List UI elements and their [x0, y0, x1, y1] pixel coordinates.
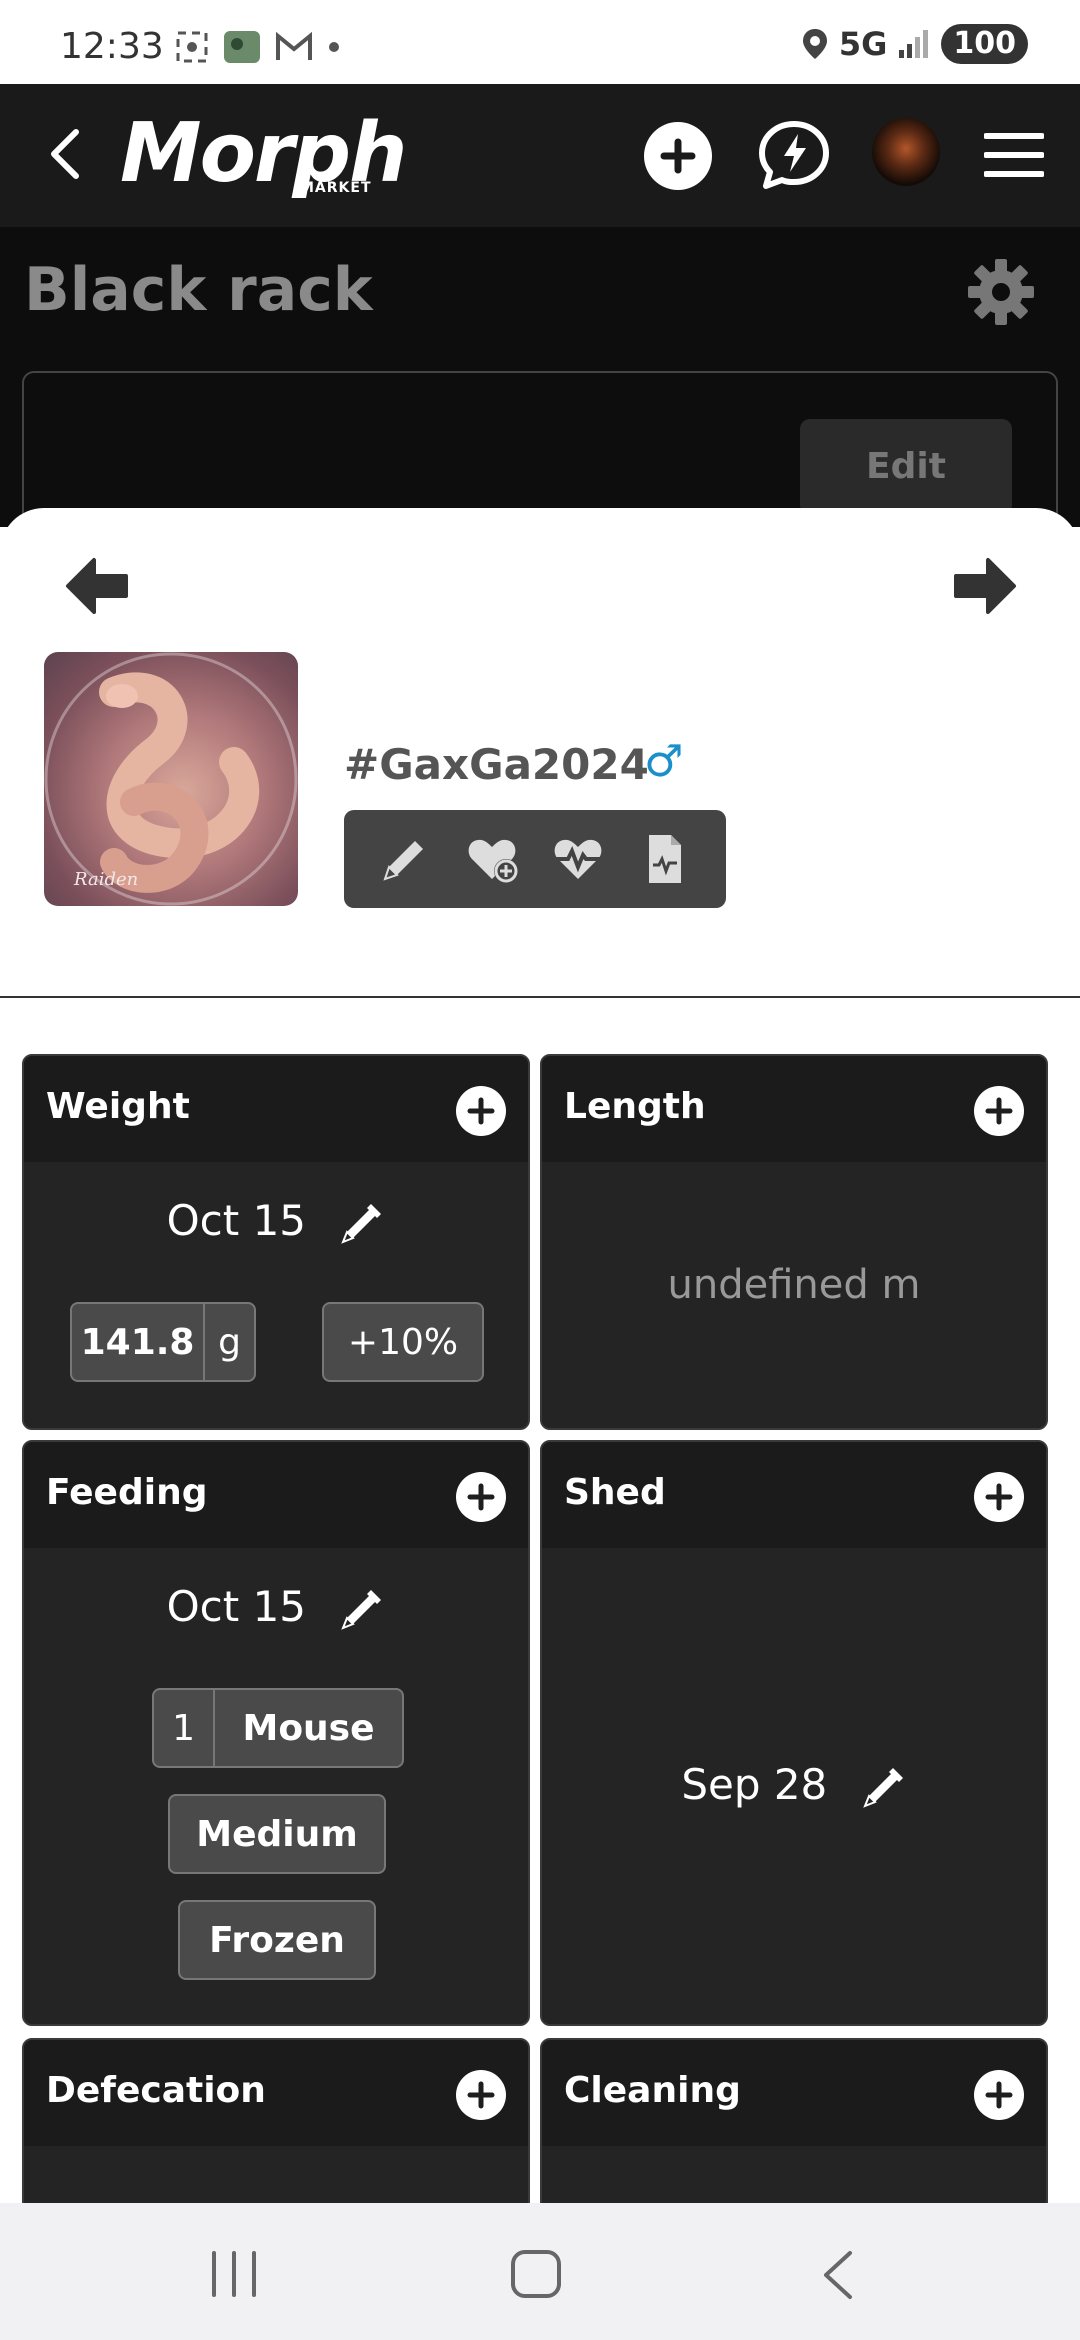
weight-tile-header: Weight	[24, 1056, 528, 1162]
add-weight-button[interactable]	[456, 1086, 506, 1136]
dot-icon	[329, 42, 339, 52]
defecation-tile-header: Defecation	[24, 2040, 528, 2146]
home-icon[interactable]	[508, 2247, 564, 2301]
shed-date-row: Sep 28	[542, 1760, 1046, 1812]
plus-icon	[985, 2081, 1013, 2109]
weight-tile-body: Oct 15 141.8 g +10%	[24, 1162, 528, 1428]
page-title: Black rack	[24, 255, 373, 325]
edit-pencil-icon[interactable]	[859, 1764, 907, 1812]
system-back-icon[interactable]	[818, 2249, 858, 2301]
shed-tile-header: Shed	[542, 1442, 1046, 1548]
screenshot-icon	[176, 31, 208, 63]
animal-id: #GaxGa2024	[344, 740, 649, 789]
feeding-prey: Mouse	[242, 1707, 375, 1749]
animal-detail-sheet: Raiden #GaxGa2024 ♂ Weight Oct 15 141.8 …	[0, 508, 1080, 2203]
feeding-date: Oct 15	[166, 1582, 307, 1631]
pencil-icon[interactable]	[377, 831, 433, 887]
length-tile-header: Length	[542, 1056, 1046, 1162]
weight-change-badge: +10%	[322, 1302, 484, 1382]
animal-action-bar	[344, 810, 726, 908]
feeding-quantity: 1	[154, 1690, 216, 1766]
add-button[interactable]	[644, 122, 712, 190]
previous-arrow-icon[interactable]	[64, 556, 132, 616]
feeding-state-chip: Frozen	[178, 1900, 376, 1980]
background-page: Black rack Edit	[0, 227, 1080, 571]
cleaning-tile-body	[542, 2146, 1046, 2203]
location-icon	[802, 29, 827, 59]
weight-title: Weight	[46, 1086, 190, 1127]
edit-pencil-icon[interactable]	[337, 1200, 385, 1248]
signal-icon	[899, 30, 929, 58]
app-header: Morph MARKET	[0, 84, 1080, 227]
defecation-title: Defecation	[46, 2070, 266, 2111]
battery-indicator: 100	[941, 24, 1028, 64]
length-tile: Length undefined m	[540, 1054, 1048, 1430]
plus-icon	[467, 1483, 495, 1511]
feeding-size-chip: Medium	[168, 1794, 386, 1874]
feeding-tile-header: Feeding	[24, 1442, 528, 1548]
shed-title: Shed	[564, 1472, 666, 1513]
length-tile-body: undefined m	[542, 1162, 1046, 1428]
add-shed-button[interactable]	[974, 1472, 1024, 1522]
weight-date-row: Oct 15	[24, 1196, 528, 1248]
feeding-title: Feeding	[46, 1472, 208, 1513]
edit-button[interactable]: Edit	[800, 419, 1012, 515]
defecation-tile: Defecation	[22, 2038, 530, 2203]
shed-date: Sep 28	[681, 1760, 828, 1809]
photo-watermark: Raiden	[74, 869, 139, 890]
status-time: 12:33	[60, 26, 164, 67]
cleaning-tile: Cleaning	[540, 2038, 1048, 2203]
gallery-icon	[224, 31, 260, 63]
chat-lightning-icon[interactable]	[756, 118, 832, 194]
edit-pencil-icon[interactable]	[337, 1586, 385, 1634]
weight-value: 141.8	[72, 1304, 206, 1380]
add-length-button[interactable]	[974, 1086, 1024, 1136]
user-avatar[interactable]	[872, 118, 940, 186]
medical-document-icon[interactable]	[637, 831, 693, 887]
plus-icon	[985, 1483, 1013, 1511]
defecation-tile-body	[24, 2146, 528, 2203]
hamburger-menu-icon[interactable]	[984, 130, 1044, 180]
feeding-date-row: Oct 15	[24, 1582, 528, 1634]
gmail-icon	[276, 32, 312, 60]
length-value: undefined m	[667, 1262, 921, 1308]
system-nav-bar	[0, 2203, 1080, 2340]
status-right: 5G 100	[801, 24, 1028, 64]
plus-icon	[985, 1097, 1013, 1125]
weight-date: Oct 15	[166, 1196, 307, 1245]
recent-apps-icon[interactable]	[206, 2249, 262, 2299]
next-arrow-icon[interactable]	[950, 556, 1018, 616]
feeding-tile: Feeding Oct 15 1 Mouse Medium Frozen	[22, 1440, 530, 2026]
status-bar: 12:33 5G 100	[0, 0, 1080, 84]
feeding-tile-body: Oct 15 1 Mouse Medium Frozen	[24, 1548, 528, 2024]
weight-unit: g	[218, 1321, 241, 1363]
network-type: 5G	[838, 25, 888, 63]
cleaning-title: Cleaning	[564, 2070, 741, 2111]
weight-value-chip[interactable]: 141.8 g	[70, 1302, 256, 1382]
add-defecation-button[interactable]	[456, 2070, 506, 2120]
back-arrow-icon[interactable]	[38, 124, 98, 184]
plus-icon	[467, 2081, 495, 2109]
divider	[0, 996, 1080, 998]
cleaning-tile-header: Cleaning	[542, 2040, 1046, 2146]
male-symbol-icon: ♂	[644, 736, 684, 787]
shed-tile: Shed Sep 28	[540, 1440, 1048, 2026]
plus-icon	[467, 1097, 495, 1125]
status-notification-icons	[175, 30, 341, 64]
animal-photo[interactable]: Raiden	[44, 652, 298, 906]
heartbeat-icon[interactable]	[550, 831, 606, 887]
shed-tile-body: Sep 28	[542, 1548, 1046, 2024]
morphmarket-logo-subtext: MARKET	[300, 180, 372, 196]
snake-illustration	[44, 652, 298, 906]
length-title: Length	[564, 1086, 706, 1127]
plus-icon	[660, 138, 696, 174]
gear-icon[interactable]	[966, 257, 1036, 327]
add-cleaning-button[interactable]	[974, 2070, 1024, 2120]
weight-tile: Weight Oct 15 141.8 g +10%	[22, 1054, 530, 1430]
heart-plus-icon[interactable]	[464, 831, 520, 887]
add-feeding-button[interactable]	[456, 1472, 506, 1522]
feeding-prey-chip[interactable]: 1 Mouse	[152, 1688, 404, 1768]
